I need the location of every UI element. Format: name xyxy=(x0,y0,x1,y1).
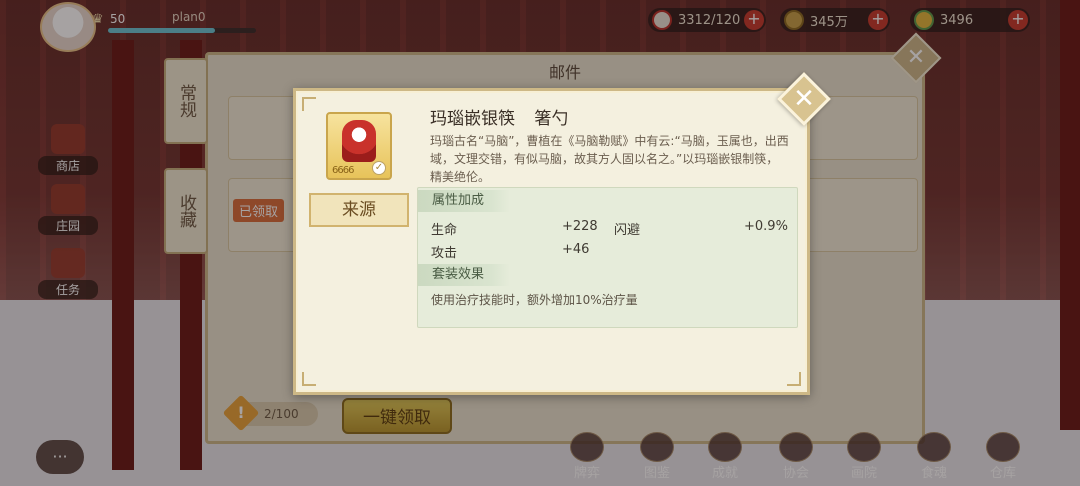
source-button[interactable]: 来源 xyxy=(309,193,409,227)
attributes-section-tag: 属性加成 xyxy=(418,190,511,212)
set-effect-text: 使用治疗技能时，额外增加10%治疗量 xyxy=(431,293,638,307)
item-description: 玛瑙古名“马脑”，曹植在《马脑勒赋》中有云:“马脑，玉属也，出西域，文理交错，有… xyxy=(430,134,789,184)
food-soul-figure-icon xyxy=(342,120,376,162)
stat-value: +228 xyxy=(562,219,598,234)
stat-name: 攻击 xyxy=(431,246,458,261)
check-icon: ✓ xyxy=(372,161,386,175)
stat-value: +46 xyxy=(562,242,590,257)
item-icon-card: 6666 ✓ xyxy=(326,112,392,180)
corner-ornament xyxy=(302,372,316,386)
close-icon: ✕ xyxy=(793,84,815,114)
set-effect-section-tag: 套装效果 xyxy=(418,264,511,286)
stat-value: +0.9% xyxy=(744,219,788,234)
stat-name: 生命 xyxy=(431,223,458,238)
item-stars: 6666 xyxy=(332,165,354,176)
corner-ornament xyxy=(787,372,801,386)
item-type: 箸勺 xyxy=(534,109,569,129)
item-title: 玛瑙嵌银筷 箸勺 xyxy=(430,104,568,129)
stat-name: 闪避 xyxy=(614,223,641,238)
corner-ornament xyxy=(302,97,316,111)
item-name: 玛瑙嵌银筷 xyxy=(430,109,515,129)
